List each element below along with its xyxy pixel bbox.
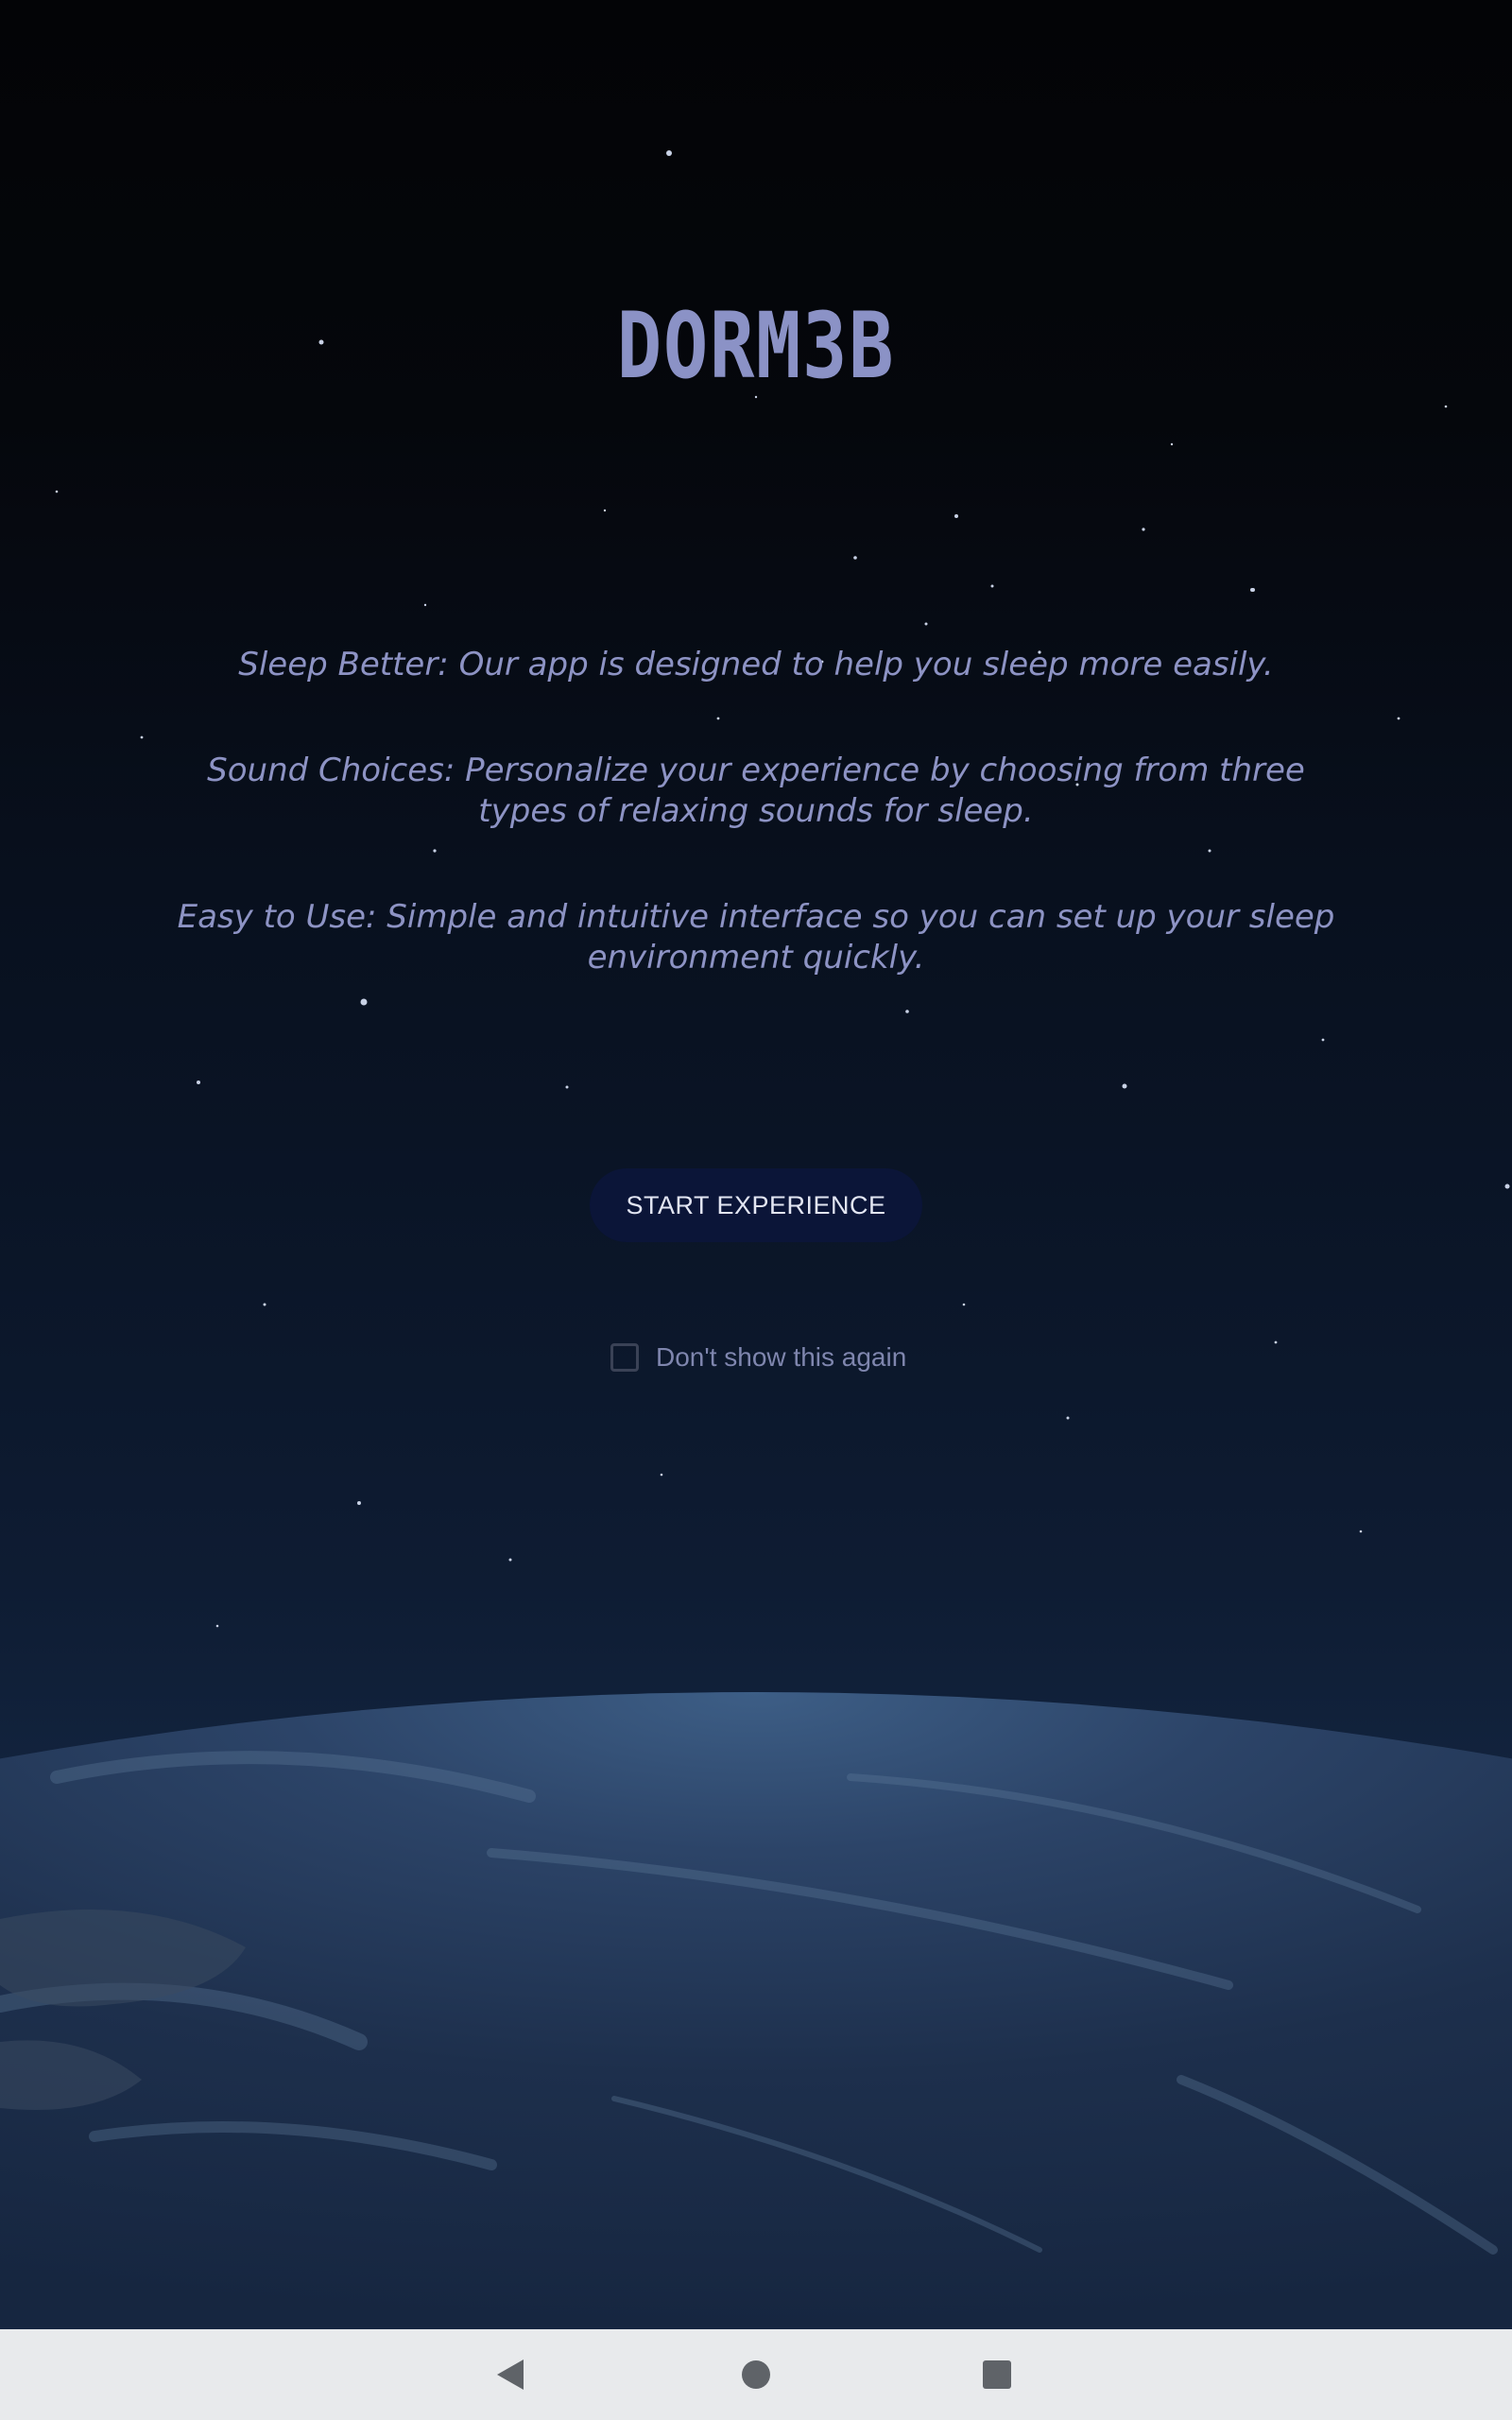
feature-easy-to-use: Easy to Use: Simple and intuitive interf… [177,898,1335,977]
home-circle-icon [742,2360,770,2389]
nav-home-button[interactable] [728,2346,784,2403]
dont-show-again-checkbox[interactable] [610,1343,639,1372]
start-experience-button[interactable]: START EXPERIENCE [590,1168,922,1242]
nav-recents-button[interactable] [969,2346,1025,2403]
recents-square-icon [983,2360,1011,2389]
feature-sleep-better: Sleep Better: Our app is designed to hel… [238,646,1274,683]
dont-show-again-label: Don't show this again [656,1342,907,1372]
feature-sound-choices: Sound Choices: Personalize your experien… [207,752,1305,830]
system-navigation-bar [0,2329,1512,2420]
back-triangle-icon [497,2360,524,2390]
nav-back-button[interactable] [484,2346,541,2403]
welcome-screen: DORM3B Sleep Better: Our app is designed… [0,0,1512,2420]
dont-show-again-checkbox-row[interactable]: Don't show this again [610,1339,906,1376]
feature-list: Sleep Better: Our app is designed to hel… [161,645,1351,1044]
app-logo: DORM3B [616,293,896,399]
